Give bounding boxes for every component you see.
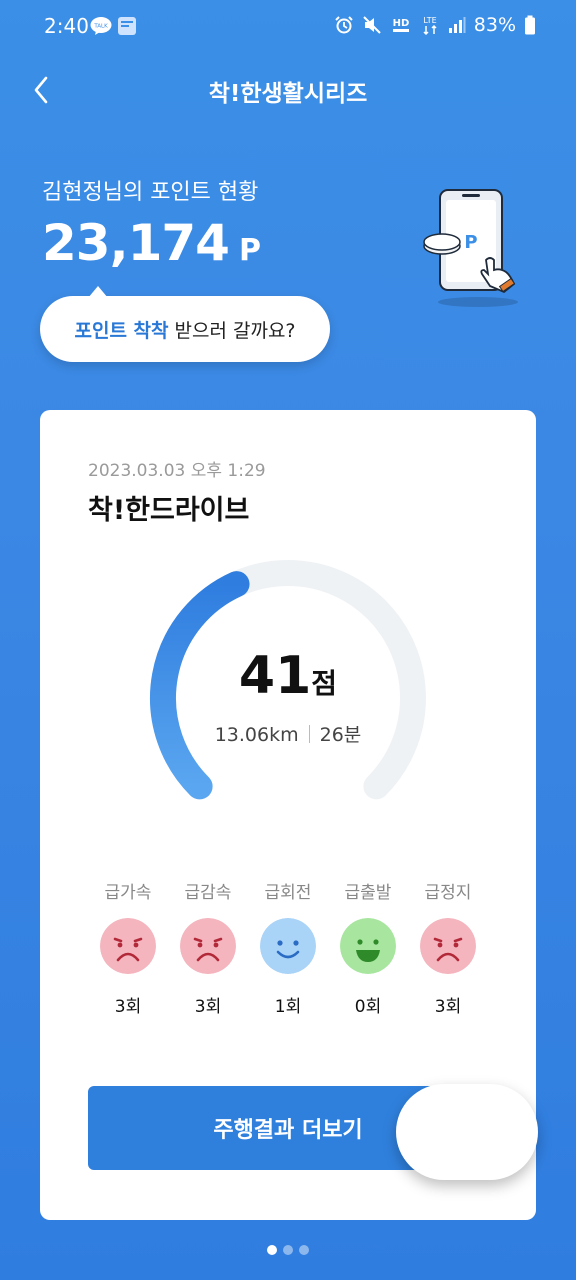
points-speech-bubble[interactable]: 포인트 착착 받으러 갈까요?: [40, 286, 330, 362]
score-unit: 점: [311, 667, 338, 700]
status-time: 2:40: [44, 14, 89, 38]
drive-date: 2023.03.03 오후 1:29: [88, 461, 266, 481]
phone-points-illustration: P: [423, 189, 518, 307]
score-number: 41: [238, 646, 312, 706]
status-bar: 2:40 TALK HD LTE 83%: [0, 0, 576, 52]
svg-text:LTE: LTE: [423, 16, 436, 25]
bubble-text: 받으러 갈까요?: [174, 319, 296, 342]
event-item: 급정지 3회: [408, 878, 488, 1017]
trip-distance: 13.06km: [214, 724, 299, 746]
status-icons: HD LTE 83%: [334, 14, 536, 36]
event-count: 3회: [194, 997, 222, 1017]
hd-voice-icon: HD: [392, 18, 409, 32]
signal-icon: [448, 17, 466, 33]
points-unit: P: [238, 233, 261, 268]
page-title: 착!한생활시리즈: [208, 81, 368, 107]
event-count: 3회: [434, 997, 462, 1017]
driving-events: 급가속 3회 급감속 3회 급회전 1회 급출발 0회 급정지 3회: [88, 878, 488, 1017]
battery-percent: 83%: [473, 14, 516, 36]
kakaotalk-icon: TALK: [90, 17, 112, 35]
pager-dot: [299, 1245, 309, 1255]
event-item: 급감속 3회: [168, 878, 248, 1017]
event-label: 급회전: [264, 883, 312, 903]
event-label: 급가속: [104, 883, 152, 903]
sad-face-icon: [420, 918, 476, 974]
sad-face-icon: [180, 918, 236, 974]
drive-title: 착!한드라이브: [88, 495, 250, 526]
score-display: 41점: [40, 646, 536, 706]
page-indicator: [0, 1245, 576, 1255]
battery-icon: [525, 15, 535, 35]
event-count: 0회: [354, 997, 382, 1017]
svg-text:P: P: [464, 232, 477, 253]
points-number: 23,174: [42, 214, 230, 272]
smile-face-icon: [260, 918, 316, 974]
floating-overlay-button[interactable]: [396, 1084, 538, 1180]
trip-info: 13.06km 26분: [40, 720, 536, 747]
event-item: 급가속 3회: [88, 878, 168, 1017]
event-item: 급출발 0회: [328, 878, 408, 1017]
svg-text:HD: HD: [392, 18, 409, 29]
trip-divider: [308, 725, 310, 743]
event-count: 3회: [114, 997, 142, 1017]
sad-face-icon: [100, 918, 156, 974]
lte-icon: LTE: [423, 16, 436, 36]
pager-dot: [283, 1245, 293, 1255]
event-count: 1회: [274, 997, 302, 1017]
alarm-icon: [335, 16, 353, 34]
pager-dot-active: [267, 1245, 277, 1255]
event-label: 급출발: [344, 883, 392, 903]
points-value: 23,174 P: [42, 214, 261, 272]
happy-face-icon: [340, 918, 396, 974]
event-label: 급감속: [184, 883, 232, 903]
message-app-icon: [118, 17, 136, 35]
svg-text:TALK: TALK: [93, 24, 108, 30]
trip-duration: 26분: [319, 724, 362, 746]
event-item: 급회전 1회: [248, 878, 328, 1017]
points-label: 김현정님의 포인트 현황: [42, 180, 259, 205]
bubble-highlight: 포인트 착착: [74, 319, 169, 342]
event-label: 급정지: [424, 883, 472, 903]
mute-icon: [363, 16, 381, 34]
